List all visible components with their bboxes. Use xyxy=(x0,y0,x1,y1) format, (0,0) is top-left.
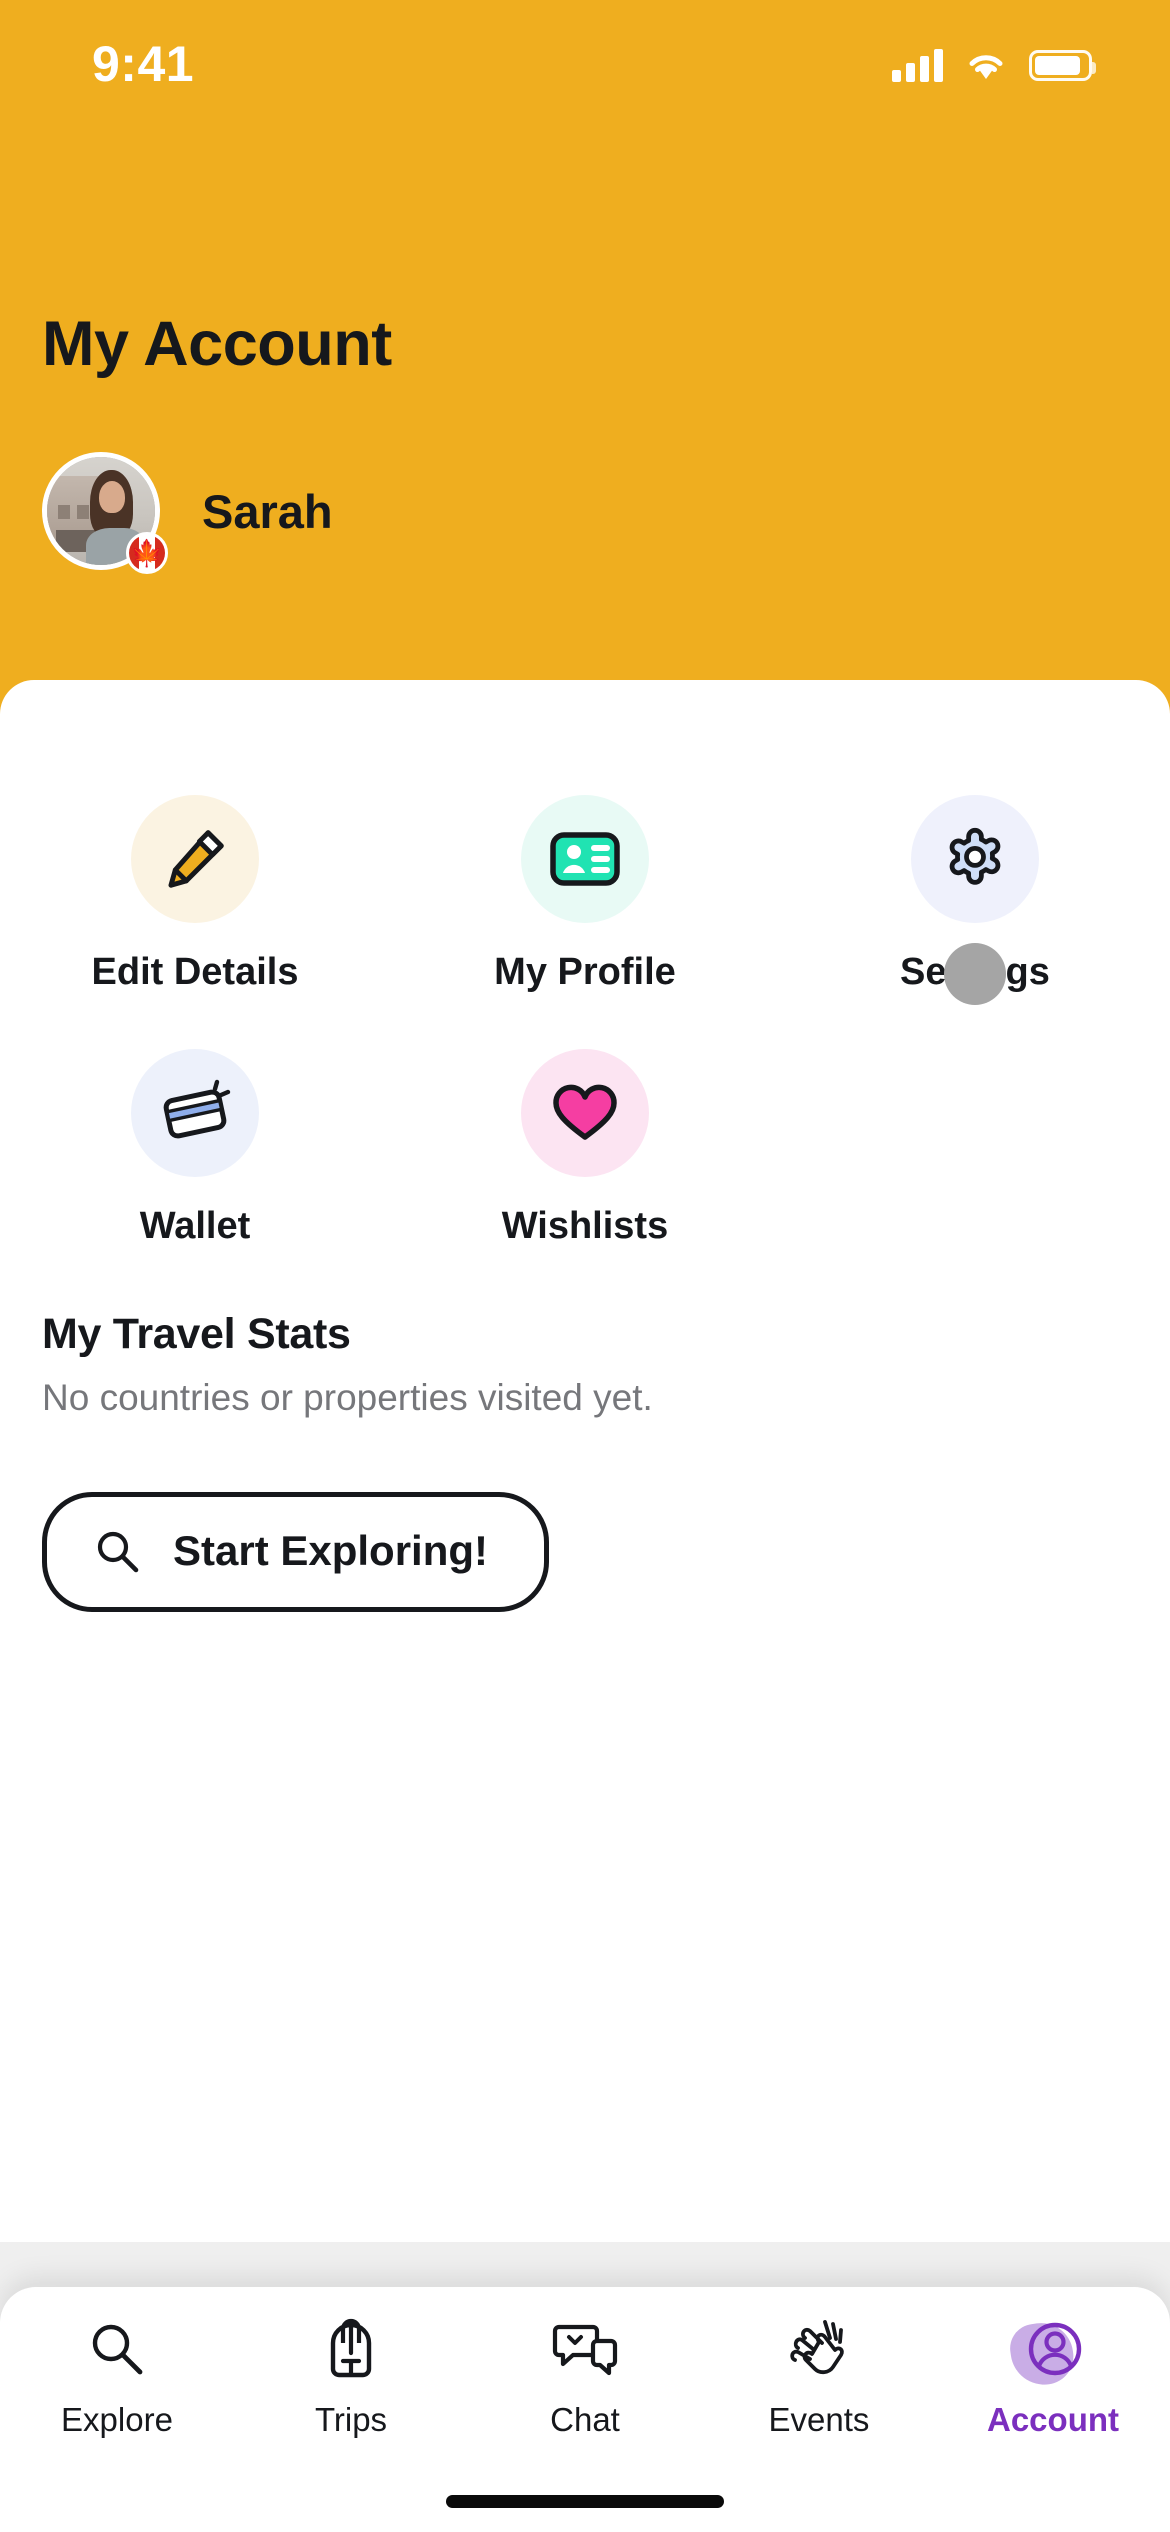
page-title: My Account xyxy=(42,309,392,379)
credit-card-icon xyxy=(130,1049,259,1177)
nav-item-account[interactable]: Account xyxy=(936,2315,1170,2439)
nav-label: Account xyxy=(987,2401,1119,2438)
id-card-icon xyxy=(520,795,649,923)
profile-name: Sarah xyxy=(202,484,333,538)
shortcut-grid: Edit Details My Profile Wallet Wishlists xyxy=(0,795,1170,1303)
shortcut-label: Wishlists xyxy=(501,1205,669,1247)
nav-label: Trips xyxy=(314,2401,388,2438)
gear-icon xyxy=(910,795,1039,923)
profile-row[interactable]: 🍁 Sarah xyxy=(42,452,333,574)
avatar[interactable]: 🍁 xyxy=(42,452,168,574)
canada-flag-badge: 🍁 xyxy=(126,532,168,574)
nav-label: Events xyxy=(768,2401,870,2438)
travel-stats-title: My Travel Stats xyxy=(42,1310,351,1358)
account-header: My Account 🍁 Sarah xyxy=(0,0,1170,690)
search-icon xyxy=(97,1531,139,1573)
user-circle-icon xyxy=(1006,2315,1091,2390)
magnifier-icon xyxy=(79,2315,155,2383)
start-exploring-label: Start Exploring! xyxy=(173,1527,489,1574)
shortcut-label: Edit Details xyxy=(91,951,299,993)
pencil-icon xyxy=(130,795,259,923)
backpack-icon xyxy=(313,2315,389,2383)
shortcut-wallet[interactable]: Wallet xyxy=(0,1049,390,1248)
nav-item-trips[interactable]: Trips xyxy=(234,2315,468,2439)
heart-icon xyxy=(520,1049,649,1177)
shortcut-label: My Profile xyxy=(494,951,676,993)
chat-bubbles-icon xyxy=(547,2315,623,2383)
travel-stats-empty-message: No countries or properties visited yet. xyxy=(42,1377,653,1418)
nav-label: Explore xyxy=(61,2401,173,2438)
clapping-hands-icon xyxy=(781,2315,857,2383)
touch-point-indicator xyxy=(943,943,1006,1005)
shortcut-settings[interactable]: Settings xyxy=(780,795,1170,1005)
nav-label: Chat xyxy=(550,2401,620,2438)
nav-item-events[interactable]: Events xyxy=(702,2315,936,2439)
nav-item-explore[interactable]: Explore xyxy=(0,2315,234,2439)
home-indicator xyxy=(446,2495,724,2508)
bottom-navigation: Explore Trips Chat Events Account xyxy=(0,2287,1170,2532)
app-screen: 9:41 My Account 🍁 Sarah Edit Details My … xyxy=(0,0,1170,2532)
shortcut-edit-details[interactable]: Edit Details xyxy=(0,795,390,994)
nav-item-chat[interactable]: Chat xyxy=(468,2315,702,2439)
shortcut-wishlists[interactable]: Wishlists xyxy=(390,1049,780,1248)
start-exploring-button[interactable]: Start Exploring! xyxy=(42,1492,550,1612)
shortcut-my-profile[interactable]: My Profile xyxy=(390,795,780,994)
shortcut-label: Wallet xyxy=(139,1205,251,1247)
travel-stats-section: My Travel Stats No countries or properti… xyxy=(42,1310,653,1419)
